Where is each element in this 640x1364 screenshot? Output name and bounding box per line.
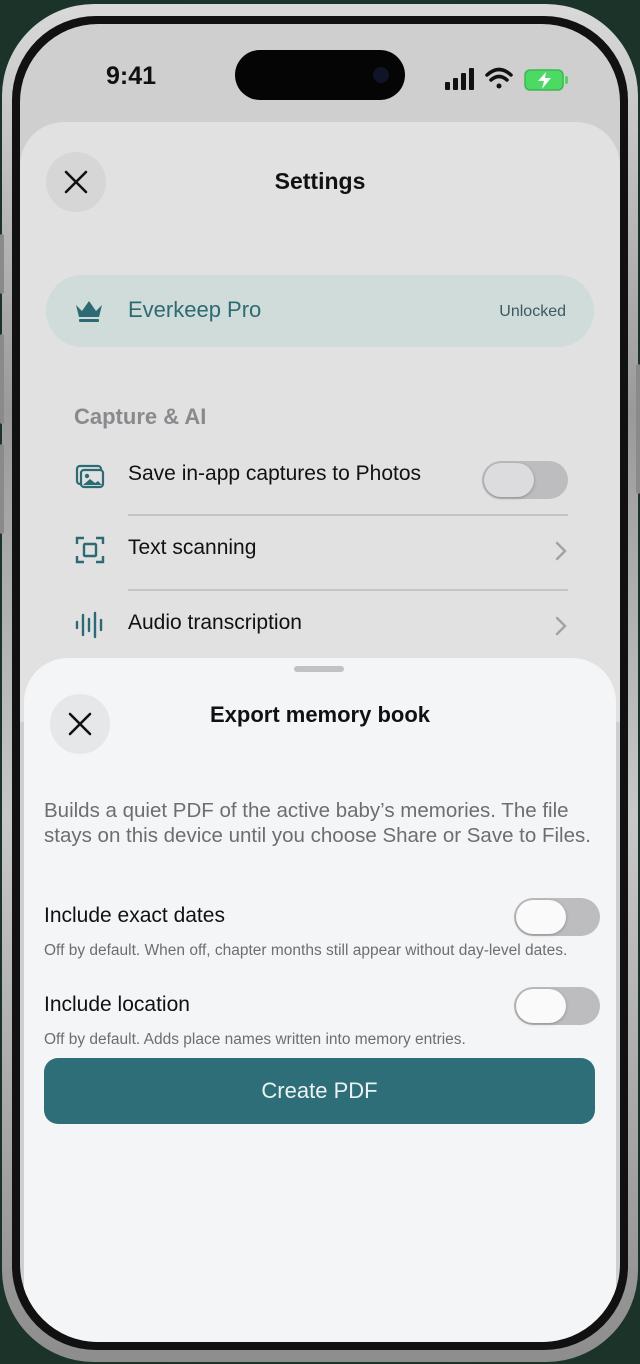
divider [128,514,568,516]
camera-icon [373,67,389,83]
row-label: Text scanning [128,536,257,559]
crown-icon [76,301,102,322]
sheet-grabber[interactable] [294,666,344,672]
export-sheet: Export memory book Builds a quiet PDF of… [24,658,616,1342]
settings-sheet: Settings Everkeep Pro Unlocked Capture &… [20,122,620,722]
volume-down-button [0,444,4,534]
phone-frame: 9:41 Settings Everkeep Pro Unlocked Capt… [0,4,640,1362]
pro-status: Unlocked [499,303,566,320]
pro-label: Everkeep Pro [128,297,262,322]
row-audio-transcription[interactable]: Audio transcription [74,599,568,659]
battery-charging-icon [524,69,568,91]
chevron-right-icon [555,541,567,561]
include-dates-toggle[interactable] [514,898,600,936]
export-description: Builds a quiet PDF of the active baby’s … [44,799,591,847]
toggle-knob [516,989,566,1023]
dynamic-island [235,50,405,100]
photos-icon [75,464,105,489]
export-title: Export memory book [209,702,431,727]
section-header: Capture & AI [74,404,207,429]
create-pdf-button[interactable]: Create PDF [44,1058,595,1124]
row-label: Save in-app captures to Photos [128,462,422,485]
side-button [0,234,4,294]
option-subtitle-location: Off by default. Adds place names written… [44,1031,466,1048]
option-label-location: Include location [44,993,190,1016]
settings-title: Settings [274,168,366,194]
status-time: 9:41 [106,62,157,90]
option-subtitle-dates: Off by default. When off, chapter months… [44,942,568,959]
signal-icon [445,68,474,90]
screen: 9:41 Settings Everkeep Pro Unlocked Capt… [20,24,620,1342]
chevron-right-icon [555,616,567,636]
scan-icon [75,536,105,564]
status-icons [445,67,568,91]
row-text-scanning[interactable]: Text scanning [74,524,568,584]
include-location-toggle[interactable] [514,987,600,1025]
phone-bezel: 9:41 Settings Everkeep Pro Unlocked Capt… [12,16,628,1350]
option-label-dates: Include exact dates [44,904,225,927]
power-button [636,364,640,494]
save-to-photos-toggle[interactable] [482,461,568,499]
pro-card[interactable]: Everkeep Pro Unlocked [46,275,594,347]
row-save-to-photos[interactable]: Save in-app captures to Photos [74,450,568,510]
toggle-knob [516,900,566,934]
row-label: Audio transcription [128,611,302,634]
waveform-icon [75,611,103,639]
toggle-knob [484,463,534,497]
divider [128,589,568,591]
volume-up-button [0,334,4,424]
wifi-icon [485,67,513,89]
